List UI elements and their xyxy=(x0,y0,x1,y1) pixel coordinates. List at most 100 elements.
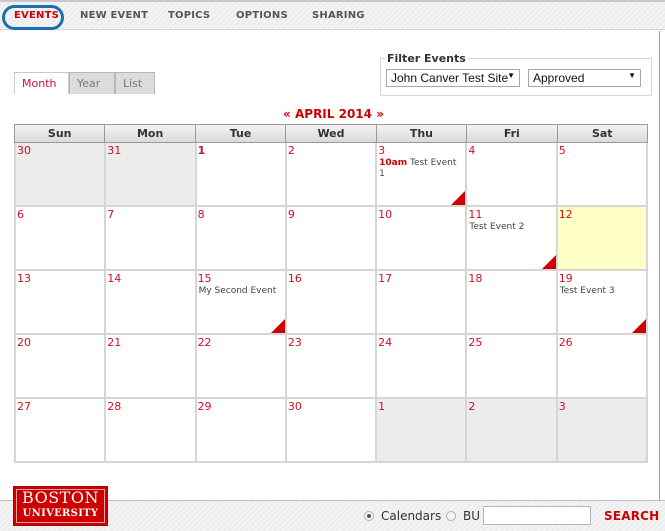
day-cell[interactable]: 6 xyxy=(14,207,107,271)
day-cell[interactable]: 27 xyxy=(14,399,107,463)
day-number[interactable]: 30 xyxy=(17,144,31,157)
radio-calendars[interactable] xyxy=(364,511,374,521)
weekday-header: Sun Mon Tue Wed Thu Fri Sat xyxy=(14,124,648,143)
tab-year[interactable]: Year xyxy=(69,72,115,94)
event-title: Test Event 3 xyxy=(559,286,615,296)
day-number[interactable]: 1 xyxy=(198,144,206,157)
day-cell[interactable]: 20 xyxy=(14,335,107,399)
day-number[interactable]: 7 xyxy=(107,208,114,221)
day-number[interactable]: 6 xyxy=(17,208,24,221)
day-cell[interactable]: 4 xyxy=(467,143,558,207)
status-select[interactable]: Approved ▼ xyxy=(528,69,641,87)
event-item[interactable]: Test Event 2 xyxy=(469,222,551,233)
day-cell[interactable]: 1 xyxy=(377,399,468,463)
day-number[interactable]: 12 xyxy=(559,208,573,221)
day-number[interactable]: 15 xyxy=(198,272,212,285)
day-cell[interactable]: 14 xyxy=(106,271,197,335)
day-number[interactable]: 30 xyxy=(288,400,302,413)
day-cell[interactable]: 11 Test Event 2 xyxy=(467,207,558,271)
radio-bu[interactable] xyxy=(446,511,456,521)
page-right-border xyxy=(659,31,660,501)
day-number[interactable]: 27 xyxy=(17,400,31,413)
day-cell[interactable]: 8 xyxy=(196,207,287,271)
weekday-wed: Wed xyxy=(286,124,377,143)
nav-events[interactable]: EVENTS xyxy=(14,10,59,21)
day-cell[interactable]: 23 xyxy=(286,335,378,399)
day-cell[interactable]: 3 xyxy=(557,399,648,463)
day-cell-today[interactable]: 12 xyxy=(557,207,648,271)
day-number[interactable]: 28 xyxy=(107,400,121,413)
day-cell[interactable]: 28 xyxy=(106,399,197,463)
day-number[interactable]: 18 xyxy=(468,272,482,285)
weekday-sat: Sat xyxy=(557,124,648,143)
day-cell[interactable]: 31 xyxy=(106,143,197,207)
day-number[interactable]: 8 xyxy=(198,208,205,221)
day-number[interactable]: 3 xyxy=(559,400,566,413)
event-item[interactable]: My Second Event xyxy=(199,286,281,297)
day-cell[interactable]: 10 xyxy=(377,207,468,271)
day-number[interactable]: 31 xyxy=(107,144,121,157)
event-item[interactable]: Test Event 3 xyxy=(560,286,642,297)
radio-calendars-label: Calendars xyxy=(381,509,442,523)
day-number[interactable]: 4 xyxy=(468,144,475,157)
day-cell[interactable]: 29 xyxy=(196,399,287,463)
day-cell[interactable]: 30 xyxy=(14,143,107,207)
day-number[interactable]: 2 xyxy=(288,144,295,157)
nav-new-event[interactable]: NEW EVENT xyxy=(80,10,148,21)
day-cell[interactable]: 5 xyxy=(557,143,648,207)
prev-month-button[interactable]: « xyxy=(283,107,291,121)
day-number[interactable]: 5 xyxy=(559,144,566,157)
day-number[interactable]: 23 xyxy=(288,336,302,349)
day-cell[interactable]: 19 Test Event 3 xyxy=(557,271,648,335)
day-number[interactable]: 14 xyxy=(107,272,121,285)
nav-sharing[interactable]: SHARING xyxy=(312,10,365,21)
day-cell[interactable]: 21 xyxy=(106,335,197,399)
day-number[interactable]: 3 xyxy=(378,144,385,157)
day-cell[interactable]: 30 xyxy=(286,399,378,463)
event-flag-icon xyxy=(541,255,556,269)
day-cell[interactable]: 22 xyxy=(196,335,287,399)
day-number[interactable]: 25 xyxy=(468,336,482,349)
day-number[interactable]: 13 xyxy=(17,272,31,285)
day-cell[interactable]: 7 xyxy=(106,207,197,271)
day-number[interactable]: 16 xyxy=(288,272,302,285)
day-number[interactable]: 22 xyxy=(198,336,212,349)
day-number[interactable]: 17 xyxy=(378,272,392,285)
search-input[interactable] xyxy=(483,506,591,525)
day-cell[interactable]: 18 xyxy=(467,271,558,335)
tab-list[interactable]: List xyxy=(115,72,155,94)
boston-university-logo[interactable]: BOSTON UNIVERSITY xyxy=(13,486,108,526)
day-number[interactable]: 29 xyxy=(198,400,212,413)
day-number[interactable]: 2 xyxy=(468,400,475,413)
day-cell[interactable]: 2 xyxy=(286,143,378,207)
next-month-button[interactable]: » xyxy=(376,107,384,121)
search-button[interactable]: SEARCH xyxy=(604,509,659,523)
day-number[interactable]: 9 xyxy=(288,208,295,221)
day-cell[interactable]: 13 xyxy=(14,271,107,335)
day-cell[interactable]: 26 xyxy=(557,335,648,399)
day-cell[interactable]: 15 My Second Event xyxy=(196,271,287,335)
day-number[interactable]: 24 xyxy=(378,336,392,349)
day-number[interactable]: 21 xyxy=(107,336,121,349)
weekday-sun: Sun xyxy=(14,124,106,143)
day-cell[interactable]: 24 xyxy=(377,335,468,399)
nav-options[interactable]: OPTIONS xyxy=(236,10,288,21)
logo-frame xyxy=(16,489,105,523)
day-cell[interactable]: 25 xyxy=(467,335,558,399)
day-cell[interactable]: 16 xyxy=(286,271,378,335)
day-number[interactable]: 19 xyxy=(559,272,573,285)
day-cell[interactable]: 2 xyxy=(467,399,558,463)
day-number[interactable]: 10 xyxy=(378,208,392,221)
day-number[interactable]: 1 xyxy=(378,400,385,413)
day-cell[interactable]: 9 xyxy=(286,207,378,271)
day-number[interactable]: 20 xyxy=(17,336,31,349)
nav-topics[interactable]: TOPICS xyxy=(168,10,210,21)
day-cell[interactable]: 17 xyxy=(377,271,468,335)
day-number[interactable]: 11 xyxy=(468,208,482,221)
tab-month[interactable]: Month xyxy=(14,72,69,94)
day-cell[interactable]: 3 10am Test Event 1 xyxy=(377,143,468,207)
event-item[interactable]: 10am Test Event 1 xyxy=(379,158,461,180)
site-select[interactable]: John Canver Test Site ▼ xyxy=(386,69,520,87)
day-number[interactable]: 26 xyxy=(559,336,573,349)
day-cell[interactable]: 1 xyxy=(196,143,287,207)
